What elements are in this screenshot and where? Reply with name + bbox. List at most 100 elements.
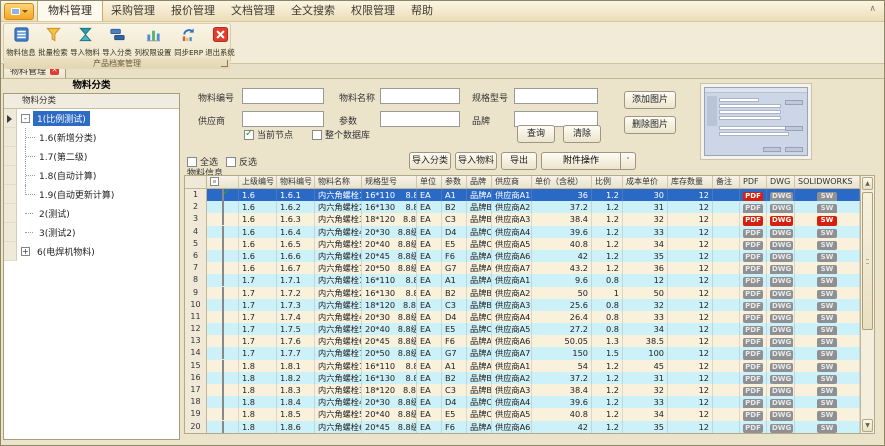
import-material-button[interactable]: 导入物料: [455, 152, 497, 170]
cell-chk[interactable]: [207, 408, 239, 420]
sw-badge[interactable]: SW: [817, 241, 837, 250]
clear-button[interactable]: 清除: [563, 125, 601, 143]
dwg-badge[interactable]: DWG: [770, 411, 793, 420]
pdf-badge[interactable]: PDF: [743, 241, 763, 250]
table-row[interactable]: 101.71.7.3内六角螺栓318*120 8.8级EAC3品牌B供应商A32…: [185, 299, 860, 311]
cell-chk[interactable]: [207, 335, 239, 347]
row-checkbox[interactable]: [222, 360, 224, 372]
search-input-供应商[interactable]: [242, 111, 324, 127]
cell-chk[interactable]: [207, 323, 239, 335]
ribbon-button-同步ERP[interactable]: 同步ERP: [173, 25, 204, 58]
column-header-rownum[interactable]: [185, 176, 207, 188]
pdf-badge[interactable]: PDF: [743, 338, 763, 347]
dwg-badge[interactable]: DWG: [770, 326, 793, 335]
menu-tab-帮助[interactable]: 帮助: [403, 0, 441, 21]
cell-chk[interactable]: [207, 238, 239, 250]
dwg-badge[interactable]: DWG: [770, 375, 793, 384]
sw-badge[interactable]: SW: [817, 277, 837, 286]
application-menu-button[interactable]: [4, 3, 34, 20]
ribbon-button-导入分类[interactable]: 导入分类: [101, 25, 133, 58]
sidebar-item-2(测试)[interactable]: 2(测试): [4, 204, 179, 223]
menu-tab-权限管理[interactable]: 权限管理: [343, 0, 403, 21]
sw-badge[interactable]: SW: [817, 424, 837, 433]
ribbon-button-批量检索[interactable]: 批量检索: [37, 25, 69, 58]
checkbox-whole-database[interactable]: 整个数据库: [312, 128, 370, 141]
dwg-badge[interactable]: DWG: [770, 241, 793, 250]
sidebar-item-1.7(第二级)[interactable]: 1.7(第二级): [4, 147, 179, 166]
column-header-成本单价[interactable]: 成本单价: [623, 176, 668, 188]
dwg-badge[interactable]: DWG: [770, 265, 793, 274]
sw-badge[interactable]: SW: [817, 326, 837, 335]
scroll-up-icon[interactable]: ▲: [862, 177, 873, 190]
add-image-button[interactable]: 添加图片: [624, 91, 676, 109]
row-checkbox[interactable]: [222, 189, 224, 201]
table-row[interactable]: 81.71.7.1内六角螺栓116*110 8.8级EAA1品牌A供应商A19.…: [185, 274, 860, 286]
column-header-上级编号[interactable]: 上级编号: [239, 176, 277, 188]
column-header-check[interactable]: [207, 176, 239, 188]
import-category-button[interactable]: 导入分类: [409, 152, 451, 170]
row-checkbox[interactable]: [222, 250, 224, 262]
ribbon-button-列权限设置[interactable]: 列权限设置: [133, 25, 173, 58]
dwg-badge[interactable]: DWG: [770, 277, 793, 286]
column-header-物料编号[interactable]: 物料编号: [277, 176, 315, 188]
row-checkbox[interactable]: [222, 372, 224, 384]
table-row[interactable]: 51.61.6.5内六角螺栓520*40 8.8级EAE5品牌C供应商A540.…: [185, 238, 860, 250]
table-row[interactable]: 161.81.8.2内六角螺栓216*130 8.8级EAB2品牌B供应商A23…: [185, 372, 860, 384]
search-input-参数[interactable]: [380, 111, 460, 127]
row-checkbox[interactable]: [222, 347, 224, 359]
dwg-badge[interactable]: DWG: [770, 253, 793, 262]
sw-badge[interactable]: SW: [817, 387, 837, 396]
column-header-库存数量[interactable]: 库存数量: [668, 176, 713, 188]
pdf-badge[interactable]: PDF: [743, 290, 763, 299]
row-checkbox[interactable]: [222, 421, 224, 433]
table-row[interactable]: 121.71.7.5内六角螺栓520*40 8.8级EAE5品牌C供应商A527…: [185, 323, 860, 335]
ribbon-button-退出系统[interactable]: 退出系统: [204, 25, 236, 58]
column-header-PDF[interactable]: PDF: [740, 176, 767, 188]
column-header-参数[interactable]: 参数: [442, 176, 467, 188]
row-checkbox[interactable]: [222, 408, 224, 420]
checkbox-current-node[interactable]: 当前节点: [244, 128, 293, 141]
pdf-badge[interactable]: PDF: [743, 277, 763, 286]
menu-tab-物料管理[interactable]: 物料管理: [37, 0, 103, 21]
export-button[interactable]: 导出: [501, 152, 537, 170]
dwg-badge[interactable]: DWG: [770, 216, 793, 225]
dwg-badge[interactable]: DWG: [770, 229, 793, 238]
pdf-badge[interactable]: PDF: [743, 192, 763, 201]
sidebar-item-3(测试2)[interactable]: 3(测试2): [4, 223, 179, 242]
sw-badge[interactable]: SW: [817, 399, 837, 408]
dwg-badge[interactable]: DWG: [770, 290, 793, 299]
sw-badge[interactable]: SW: [817, 265, 837, 274]
sw-badge[interactable]: SW: [817, 204, 837, 213]
query-button[interactable]: 查询: [517, 125, 555, 143]
pdf-badge[interactable]: PDF: [743, 302, 763, 311]
dwg-badge[interactable]: DWG: [770, 338, 793, 347]
cell-chk[interactable]: [207, 311, 239, 323]
row-checkbox[interactable]: [222, 226, 224, 238]
table-row[interactable]: 11.61.6.1内六角螺栓116*110 8.8级EAA1品牌A供应商A136…: [185, 189, 860, 201]
column-header-比例[interactable]: 比例: [592, 176, 623, 188]
search-input-物料名称[interactable]: [380, 88, 460, 104]
pdf-badge[interactable]: PDF: [743, 314, 763, 323]
row-checkbox[interactable]: [222, 323, 224, 335]
expand-node-icon[interactable]: +: [21, 247, 30, 256]
menu-tab-文档管理[interactable]: 文档管理: [223, 0, 283, 21]
table-row[interactable]: 111.71.7.4内六角螺栓420*30 8.8级EAD4品牌C供应商A426…: [185, 311, 860, 323]
dialog-launcher-icon[interactable]: [221, 60, 228, 67]
scrollbar-thumb[interactable]: [862, 192, 873, 330]
dwg-badge[interactable]: DWG: [770, 363, 793, 372]
row-checkbox[interactable]: [222, 262, 224, 274]
sw-badge[interactable]: SW: [817, 253, 837, 262]
pdf-badge[interactable]: PDF: [743, 265, 763, 274]
menu-tab-全文搜索[interactable]: 全文搜索: [283, 0, 343, 21]
sidebar-item-1(比例测试)[interactable]: -1(比例测试): [4, 109, 179, 128]
row-checkbox[interactable]: [222, 396, 224, 408]
table-row[interactable]: 191.81.8.5内六角螺栓520*40 8.8级EAE5品牌C供应商A540…: [185, 408, 860, 420]
column-header-物料名称[interactable]: 物料名称: [315, 176, 362, 188]
cell-chk[interactable]: [207, 372, 239, 384]
table-row[interactable]: 131.71.7.6内六角螺栓620*45 8.8级EAF6品牌A供应商A650…: [185, 335, 860, 347]
sidebar-item-1.9(自动更新计算)[interactable]: 1.9(自动更新计算): [4, 185, 179, 204]
pdf-badge[interactable]: PDF: [743, 350, 763, 359]
table-row[interactable]: 181.81.8.4内六角螺栓420*30 8.8级EAD4品牌C供应商A439…: [185, 396, 860, 408]
pdf-badge[interactable]: PDF: [743, 411, 763, 420]
search-input-物料编号[interactable]: [242, 88, 324, 104]
